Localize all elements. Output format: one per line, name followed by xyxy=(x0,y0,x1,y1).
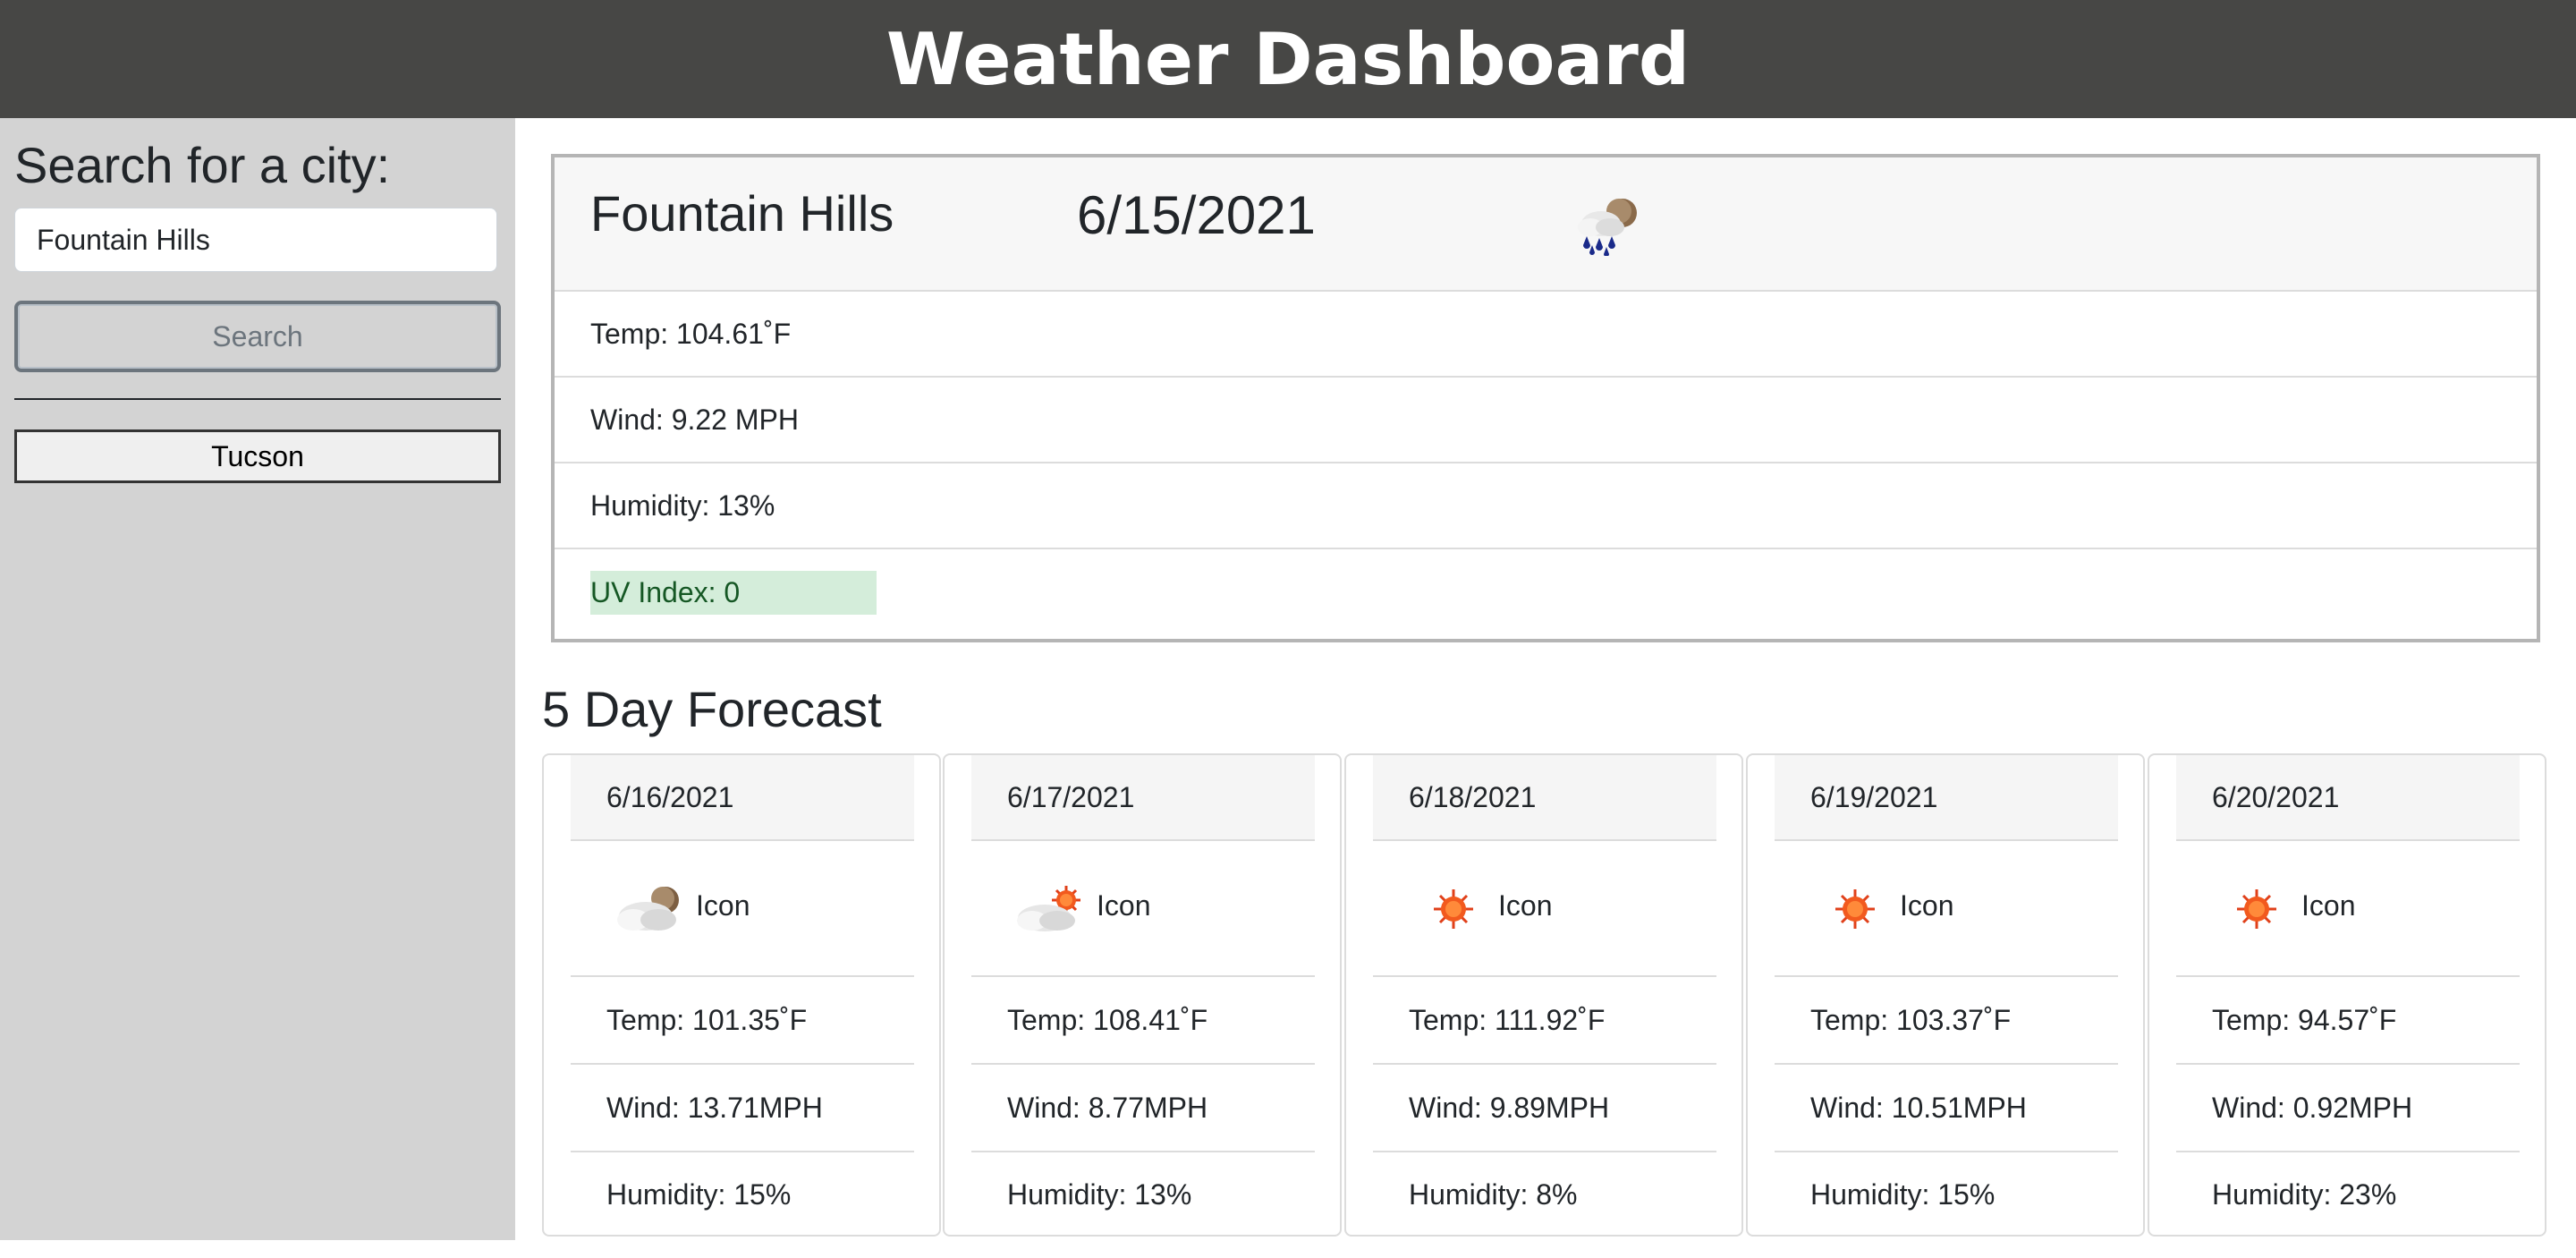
forecast-temp: Temp: 94.57˚F xyxy=(2176,977,2520,1065)
forecast-icon-row: Icon xyxy=(1373,841,1716,977)
sidebar-divider xyxy=(14,398,501,400)
forecast-card: 6/16/2021 Icon Temp: 101.35˚F Wind: 13.71MP… xyxy=(542,753,941,1237)
forecast-date: 6/18/2021 xyxy=(1373,755,1716,841)
forecast-icon-label: Icon xyxy=(2301,889,2356,922)
forecast-icon-row: Icon xyxy=(971,841,1315,977)
search-button[interactable]: Search xyxy=(14,301,501,372)
current-city-name: Fountain Hills xyxy=(590,185,894,242)
page-title: Weather Dashboard xyxy=(886,17,1690,101)
forecast-card: 6/17/2021 Icon Temp: 108.41˚F Wind: 8.77MPH… xyxy=(943,753,1342,1237)
search-heading: Search for a city: xyxy=(14,137,391,193)
forecast-card: 6/19/2021 Icon Temp: 103.37˚F Wind: 10.51MP… xyxy=(1746,753,2145,1237)
forecast-date: 6/20/2021 xyxy=(2176,755,2520,841)
current-wind: Wind: 9.22 MPH xyxy=(555,378,2537,463)
forecast-icon-row: Icon xyxy=(571,841,914,977)
forecast-icon-label: Icon xyxy=(1900,889,1954,922)
forecast-card: 6/20/2021 Icon Temp: 94.57˚F Wind: 0.92MPH H… xyxy=(2148,753,2546,1237)
city-search-input[interactable] xyxy=(14,208,497,272)
current-uv-row: UV Index: 0 xyxy=(555,549,2537,635)
uv-index-badge: UV Index: 0 xyxy=(590,570,877,615)
forecast-humidity: Humidity: 15% xyxy=(1810,1177,1996,1211)
forecast-wind: Wind: 8.77MPH xyxy=(971,1065,1315,1152)
forecast-humidity: Humidity: 13% xyxy=(1007,1177,1192,1211)
forecast-humidity: Humidity: 8% xyxy=(1409,1177,1578,1211)
current-weather-card: Fountain Hills 6/15/2021 Temp: 104.61˚F … xyxy=(551,154,2540,642)
current-humidity: Humidity: 13% xyxy=(555,463,2537,549)
search-sidebar: Search for a city: Search Tucson xyxy=(0,118,515,1240)
forecast-wind: Wind: 10.51MPH xyxy=(1775,1065,2118,1152)
current-temp: Temp: 104.61˚F xyxy=(555,292,2537,378)
forecast-temp: Temp: 101.35˚F xyxy=(571,977,914,1065)
forecast-icon-label: Icon xyxy=(696,889,750,922)
forecast-title: 5 Day Forecast xyxy=(542,681,882,737)
forecast-icon-row: Icon xyxy=(1775,841,2118,977)
forecast-icon-row: Icon xyxy=(2176,841,2520,977)
forecast-wind: Wind: 13.71MPH xyxy=(571,1065,914,1152)
forecast-date: 6/17/2021 xyxy=(971,755,1315,841)
forecast-temp: Temp: 108.41˚F xyxy=(971,977,1315,1065)
app-header: Weather Dashboard xyxy=(0,0,2576,118)
rain-cloud-moon-icon xyxy=(1578,199,1637,256)
forecast-card: 6/18/2021 Icon Temp: 111.92˚F Wind: 9.89MPH… xyxy=(1344,753,1743,1237)
sun-icon xyxy=(1819,880,1891,938)
forecast-humidity: Humidity: 23% xyxy=(2212,1177,2397,1211)
history-city-button[interactable]: Tucson xyxy=(14,429,501,483)
forecast-wind: Wind: 9.89MPH xyxy=(1373,1065,1716,1152)
current-date: 6/15/2021 xyxy=(1077,185,1316,245)
forecast-date: 6/19/2021 xyxy=(1775,755,2118,841)
forecast-icon-label: Icon xyxy=(1097,889,1151,922)
forecast-temp: Temp: 111.92˚F xyxy=(1373,977,1716,1065)
current-weather-header: Fountain Hills 6/15/2021 xyxy=(555,157,2537,292)
forecast-date: 6/16/2021 xyxy=(571,755,914,841)
cloud-moon-icon xyxy=(614,880,685,938)
sun-icon xyxy=(2221,880,2292,938)
forecast-wind: Wind: 0.92MPH xyxy=(2176,1065,2520,1152)
forecast-humidity: Humidity: 15% xyxy=(606,1177,792,1211)
cloud-sun-icon xyxy=(1014,880,1086,938)
forecast-temp: Temp: 103.37˚F xyxy=(1775,977,2118,1065)
sun-icon xyxy=(1418,880,1489,938)
forecast-icon-label: Icon xyxy=(1498,889,1553,922)
